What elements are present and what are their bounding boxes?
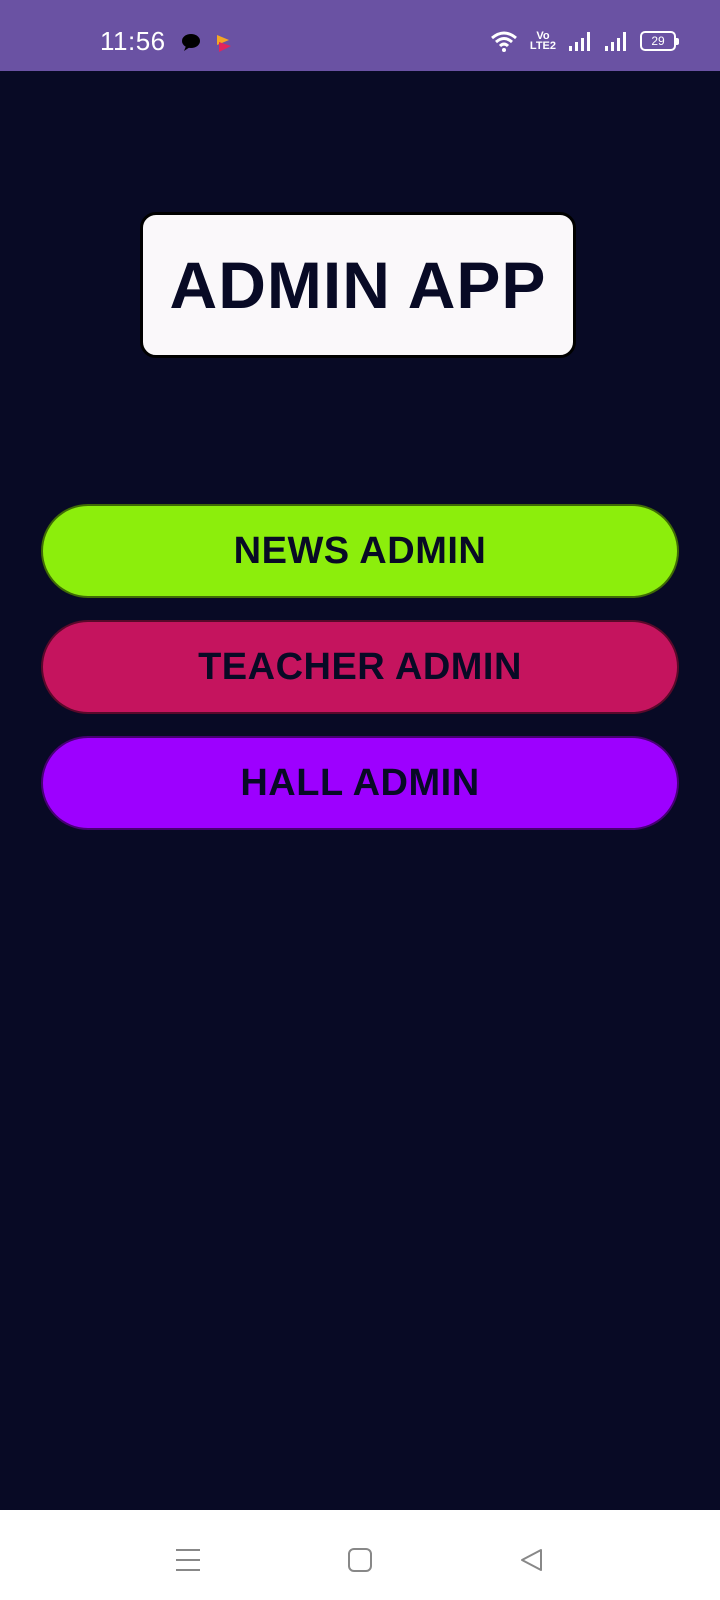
hall-admin-label: HALL ADMIN (240, 761, 480, 804)
battery-level: 29 (651, 34, 665, 48)
app-title: ADMIN APP (169, 248, 547, 322)
menu-icon (176, 1549, 200, 1571)
menu-button[interactable] (168, 1540, 208, 1580)
volte-icon: Vo LTE2 (529, 31, 556, 52)
navigation-bar (0, 1510, 720, 1600)
system-status-icons: Vo LTE2 29 (490, 30, 679, 52)
back-icon (521, 1549, 542, 1571)
teacher-admin-button[interactable]: TEACHER ADMIN (41, 620, 679, 714)
hall-admin-button[interactable]: HALL ADMIN (41, 736, 679, 830)
news-admin-button[interactable]: NEWS ADMIN (41, 504, 679, 598)
chat-bubble-icon (180, 32, 202, 54)
app-notification-icon (214, 32, 234, 54)
home-icon (348, 1548, 372, 1572)
app-title-box: ADMIN APP (140, 212, 576, 358)
status-bar: 11:56 Vo LTE2 29 (0, 0, 720, 71)
home-button[interactable] (340, 1540, 380, 1580)
wifi-icon (490, 30, 518, 52)
back-button[interactable] (512, 1540, 552, 1580)
signal-icon (568, 31, 592, 51)
notification-icons (180, 32, 234, 54)
signal-icon (604, 31, 628, 51)
status-time: 11:56 (100, 26, 166, 56)
battery-icon: 29 (640, 31, 679, 51)
teacher-admin-label: TEACHER ADMIN (198, 645, 522, 688)
volte-line2: LTE2 (529, 40, 556, 52)
news-admin-label: NEWS ADMIN (233, 529, 487, 572)
